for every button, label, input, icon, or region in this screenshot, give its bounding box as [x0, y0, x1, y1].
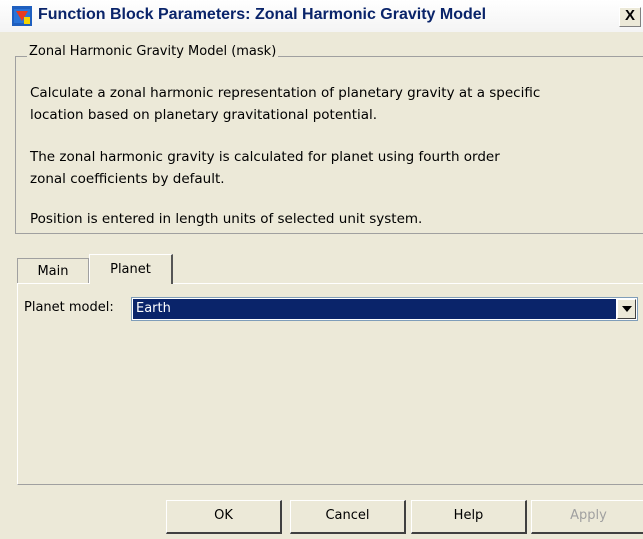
close-button[interactable]: X	[619, 7, 641, 27]
description-line-1: Calculate a zonal harmonic representatio…	[30, 85, 541, 101]
description-line-4: zonal coefficients by default.	[30, 171, 225, 187]
tab-planet[interactable]: Planet	[89, 254, 173, 284]
planet-model-value[interactable]: Earth	[133, 299, 616, 319]
window-title: Function Block Parameters: Zonal Harmoni…	[38, 6, 487, 23]
tab-main[interactable]: Main	[17, 258, 89, 284]
title-bar[interactable]: Function Block Parameters: Zonal Harmoni…	[0, 0, 643, 32]
help-button[interactable]: Help	[411, 500, 527, 534]
planet-model-label: Planet model:	[24, 300, 114, 315]
apply-button[interactable]: Apply	[531, 500, 643, 534]
tab-strip: Main Planet	[17, 254, 643, 284]
ok-button[interactable]: OK	[166, 500, 282, 534]
description-line-3: The zonal harmonic gravity is calculated…	[30, 149, 500, 165]
dropdown-arrow-icon[interactable]	[617, 299, 636, 319]
description-line-2: location based on planetary gravitationa…	[30, 107, 378, 123]
group-title: Zonal Harmonic Gravity Model (mask)	[27, 44, 279, 59]
simulink-block-icon	[12, 6, 32, 26]
planet-model-dropdown[interactable]: Earth	[131, 297, 638, 321]
description-line-5: Position is entered in length units of s…	[30, 211, 423, 227]
cancel-button[interactable]: Cancel	[290, 500, 406, 534]
